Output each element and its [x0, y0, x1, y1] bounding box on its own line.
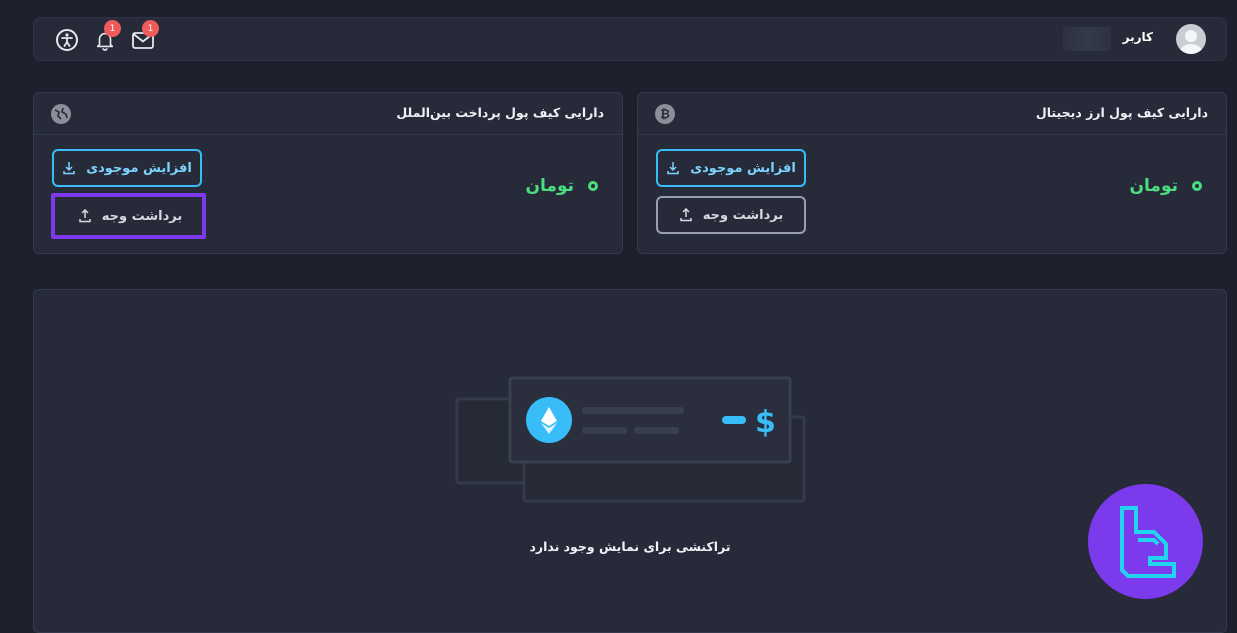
deposit-button[interactable]: افزایش موجودی: [52, 149, 202, 187]
card-title: دارایی کیف پول پرداخت بین‌الملل: [396, 105, 604, 120]
redacted-username: [1063, 27, 1111, 51]
accessibility-icon[interactable]: [54, 27, 80, 53]
withdraw-button[interactable]: برداشت وجه: [58, 197, 202, 235]
balance-display: تومان: [1130, 176, 1202, 196]
upload-icon: [79, 209, 91, 223]
status-dot: [1192, 181, 1202, 191]
mail-icon[interactable]: 1: [130, 20, 159, 53]
withdraw-label: برداشت وجه: [101, 208, 183, 224]
notification-badge: 1: [104, 20, 121, 37]
withdraw-button[interactable]: برداشت وجه: [656, 196, 806, 234]
empty-transactions-illustration: $: [455, 376, 806, 503]
international-wallet-card: دارایی کیف پول پرداخت بین‌الملل تومان اف…: [33, 92, 623, 254]
deposit-label: افزایش موجودی: [86, 160, 192, 176]
crypto-wallet-card: ₿ دارایی کیف پول ارز دیجیتال تومان افزای…: [637, 92, 1227, 254]
card-header: دارایی کیف پول پرداخت بین‌الملل: [34, 93, 622, 135]
withdraw-label: برداشت وجه: [702, 207, 784, 223]
empty-transactions-message: تراکنشی برای نمایش وجود ندارد: [529, 539, 731, 554]
balance-display: تومان: [526, 176, 598, 196]
user-label: کاربر: [1122, 30, 1153, 44]
message-badge: 1: [142, 20, 159, 37]
bitcoin-icon: ₿: [655, 104, 675, 124]
brand-logo: [1088, 484, 1203, 599]
deposit-label: افزایش موجودی: [690, 160, 796, 176]
status-dot: [588, 181, 598, 191]
currency-label: تومان: [525, 176, 574, 196]
bell-icon[interactable]: 1: [92, 20, 121, 53]
card-title: دارایی کیف پول ارز دیجیتال: [1035, 105, 1208, 120]
currency-label: تومان: [1129, 176, 1178, 196]
top-bar: 1 1 کاربر: [33, 17, 1227, 61]
upload-icon: [680, 208, 692, 222]
globe-icon: [51, 104, 71, 124]
card-header: ₿ دارایی کیف پول ارز دیجیتال: [638, 93, 1226, 135]
transactions-panel: $ تراکنشی برای نمایش وجود ندارد: [33, 289, 1227, 633]
deposit-button[interactable]: افزایش موجودی: [656, 149, 806, 187]
download-icon: [63, 162, 75, 175]
download-icon: [667, 162, 679, 175]
user-avatar-icon[interactable]: [1176, 24, 1206, 54]
dollar-icon: $: [755, 405, 776, 440]
